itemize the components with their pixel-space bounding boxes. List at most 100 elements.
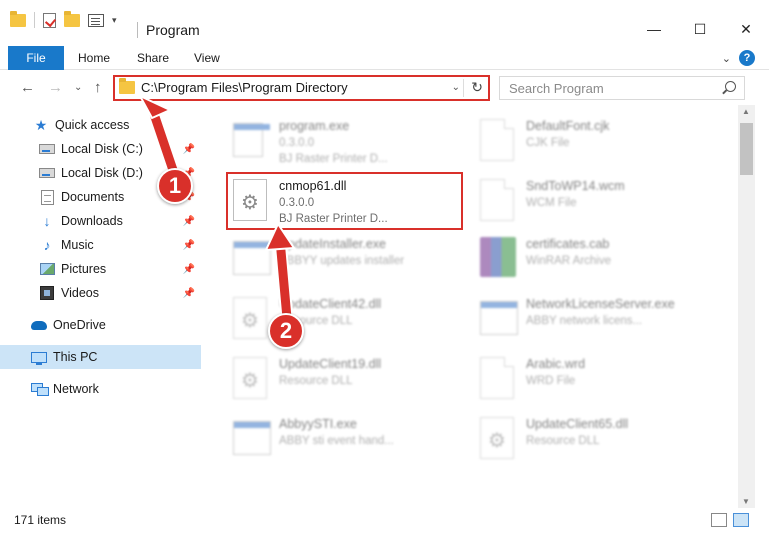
installer-icon — [233, 119, 271, 163]
properties-icon[interactable] — [88, 13, 104, 27]
file-page-icon — [480, 179, 518, 223]
network-icon — [31, 382, 49, 396]
ribbon-right-controls: ⌄ ? — [722, 50, 755, 66]
file-name: UpdateClient65.dll — [526, 417, 629, 431]
drive-icon — [39, 168, 55, 178]
view-toggle — [711, 513, 749, 527]
properties-check-icon[interactable] — [43, 12, 56, 28]
file-item-updateclient65-dll[interactable]: UpdateClient65.dll Resource DLL — [476, 411, 716, 467]
file-item-certificates-cab[interactable]: certificates.cab WinRAR Archive — [476, 231, 716, 287]
file-item-updateinstaller-exe[interactable]: UpdateInstaller.exe ABBYY updates instal… — [229, 231, 469, 287]
step-1-badge: 1 — [157, 168, 193, 204]
sidebar-item-onedrive[interactable]: OneDrive — [0, 313, 201, 337]
help-icon[interactable]: ? — [739, 50, 755, 66]
scroll-up-icon[interactable]: ▲ — [742, 107, 750, 116]
details-view-icon[interactable] — [711, 513, 727, 527]
file-description: Resource DLL — [279, 375, 353, 387]
file-item-networklicenseserver-exe[interactable]: NetworkLicenseServer.exe ABBY network li… — [476, 291, 716, 347]
sidebar-item-local-disk-c[interactable]: Local Disk (C:) 📌 — [0, 137, 201, 161]
file-description: ABBY sti event hand... — [279, 435, 394, 447]
search-icon — [725, 81, 736, 92]
sidebar-item-label: Music — [61, 238, 94, 252]
file-list: program.exe 0.3.0.0 BJ Raster Printer D.… — [203, 105, 738, 508]
sidebar-item-downloads[interactable]: ↓ Downloads 📌 — [0, 209, 201, 233]
sidebar-item-label: Network — [53, 382, 99, 396]
file-item-abbyysti-exe[interactable]: AbbyySTI.exe ABBY sti event hand... — [229, 411, 469, 467]
sidebar-item-this-pc[interactable]: This PC — [0, 345, 201, 369]
file-description: Resource DLL — [526, 435, 600, 447]
address-path[interactable]: C:\Program Files\Program Directory — [141, 80, 348, 95]
file-page-icon — [480, 357, 518, 401]
application-icon — [233, 417, 271, 461]
close-button[interactable]: ✕ — [723, 14, 769, 44]
file-type: CJK File — [526, 137, 570, 149]
sidebar-item-quick-access[interactable]: ★ Quick access — [0, 113, 201, 137]
recent-locations-chevron-icon[interactable]: ⌄ — [74, 82, 82, 93]
sidebar-item-music[interactable]: ♪ Music 📌 — [0, 233, 201, 257]
pin-icon: 📌 — [182, 287, 195, 299]
file-description: BJ Raster Printer D... — [279, 153, 388, 165]
file-page-icon — [480, 119, 518, 163]
pin-icon: 📌 — [182, 143, 195, 155]
file-item-arabic-wrd[interactable]: Arabic.wrd WRD File — [476, 351, 716, 407]
ribbon-tabs: File Home Share View ⌄ ? — [0, 46, 769, 70]
item-count: 171 items — [14, 513, 67, 527]
documents-icon — [39, 189, 55, 205]
sidebar-item-network[interactable]: Network — [0, 377, 201, 401]
file-item-defaultfont-cjk[interactable]: DefaultFont.cjk CJK File — [476, 113, 716, 169]
music-note-icon: ♪ — [43, 237, 51, 253]
scrollbar-thumb[interactable] — [740, 123, 753, 175]
tab-home[interactable]: Home — [78, 46, 110, 70]
back-arrow-icon[interactable]: ← — [20, 79, 35, 96]
sidebar-item-label: OneDrive — [53, 318, 106, 332]
file-type: WRD File — [526, 375, 576, 387]
file-description: ABBY network licens... — [526, 315, 643, 327]
title-bar: ▾ Program — ☐ ✕ — [0, 0, 769, 46]
tab-file[interactable]: File — [8, 46, 64, 70]
file-name: NetworkLicenseServer.exe — [526, 297, 675, 311]
customize-toolbar-chevron-icon[interactable]: ▾ — [112, 15, 117, 26]
forward-arrow-icon[interactable]: → — [48, 79, 63, 96]
refresh-icon[interactable]: ↻ — [471, 79, 483, 96]
scroll-down-icon[interactable]: ▼ — [742, 497, 750, 506]
minimize-button[interactable]: — — [631, 14, 677, 44]
pin-icon: 📌 — [182, 215, 195, 227]
vertical-scrollbar[interactable]: ▲ ▼ — [738, 105, 755, 508]
new-folder-icon[interactable] — [64, 10, 80, 27]
folder-icon — [10, 10, 26, 27]
sidebar-item-label: Videos — [61, 286, 99, 300]
file-item-program-exe[interactable]: program.exe 0.3.0.0 BJ Raster Printer D.… — [229, 113, 469, 169]
maximize-button[interactable]: ☐ — [677, 14, 723, 44]
tiles-view-icon[interactable] — [733, 513, 749, 527]
file-item-updateclient42-dll[interactable]: UpdateClient42.dll Resource DLL — [229, 291, 469, 347]
quick-access-toolbar: ▾ — [10, 10, 117, 28]
file-item-sndtowp14-wcm[interactable]: SndToWP14.wcm WCM File — [476, 173, 716, 229]
drive-icon — [39, 144, 55, 154]
sidebar-item-videos[interactable]: Videos 📌 — [0, 281, 201, 305]
file-name: UpdateClient42.dll — [279, 297, 382, 311]
file-name: Arabic.wrd — [526, 357, 586, 371]
tab-view[interactable]: View — [194, 46, 220, 70]
search-box[interactable]: Search Program — [499, 76, 745, 100]
navigation-pane: ★ Quick access Local Disk (C:) 📌 Local D… — [0, 105, 203, 508]
file-type: WinRAR Archive — [526, 255, 611, 267]
download-arrow-icon: ↓ — [43, 213, 51, 229]
sidebar-item-label: Local Disk (D:) — [61, 166, 143, 180]
file-description: ABBYY updates installer — [279, 255, 405, 267]
tab-share[interactable]: Share — [137, 46, 169, 70]
file-name: certificates.cab — [526, 237, 610, 251]
file-item-updateclient19-dll[interactable]: UpdateClient19.dll Resource DLL — [229, 351, 469, 407]
address-dropdown-chevron-icon[interactable]: ⌄ — [452, 82, 460, 93]
dll-gear-icon — [480, 417, 518, 461]
expand-ribbon-chevron-icon[interactable]: ⌄ — [722, 52, 731, 65]
status-bar: 171 items — [0, 508, 769, 538]
dll-gear-icon — [233, 297, 271, 341]
application-icon — [233, 237, 271, 281]
sidebar-item-pictures[interactable]: Pictures 📌 — [0, 257, 201, 281]
file-version: 0.3.0.0 — [279, 137, 315, 149]
address-bar[interactable]: C:\Program Files\Program Directory ⌄ ↻ — [113, 75, 490, 101]
up-arrow-icon[interactable]: ↑ — [94, 79, 102, 96]
sidebar-item-label: Local Disk (C:) — [61, 142, 143, 156]
search-input[interactable]: Search Program — [509, 81, 604, 96]
sidebar-item-label: Quick access — [55, 118, 130, 132]
